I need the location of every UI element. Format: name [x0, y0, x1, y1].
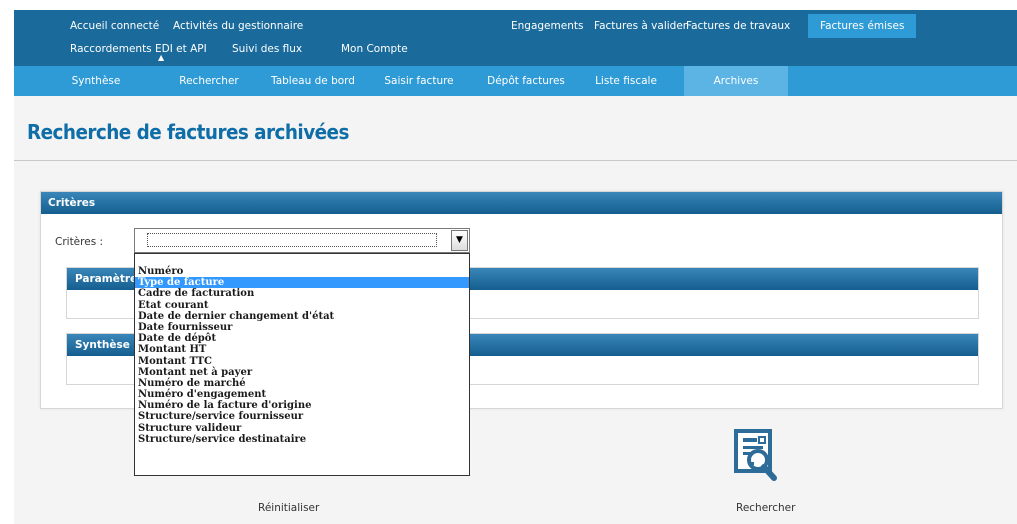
option-montant-net-a-payer[interactable]: Montant net à payer	[135, 367, 469, 378]
reset-button[interactable]: Réinitialiser	[258, 502, 319, 514]
option-date-dernier-changement-etat[interactable]: Date de dernier changement d'état	[135, 311, 469, 322]
nav-raccordements-edi-api[interactable]: Raccordements EDI et API	[70, 40, 207, 58]
criteria-panel-header: Critères	[41, 192, 1002, 214]
subnav-saisir-facture[interactable]: Saisir facture	[379, 66, 459, 96]
nav-suivi-des-flux[interactable]: Suivi des flux	[232, 40, 302, 58]
nav-factures-de-travaux[interactable]: Factures de travaux	[686, 17, 790, 35]
subnav-rechercher[interactable]: Rechercher	[169, 66, 249, 96]
option-etat-courant[interactable]: Etat courant	[135, 300, 469, 311]
option-date-de-depot[interactable]: Date de dépôt	[135, 333, 469, 344]
subnav-synthese[interactable]: Synthèse	[56, 66, 136, 96]
option-numero-de-marche[interactable]: Numéro de marché	[135, 378, 469, 389]
option-cadre-de-facturation[interactable]: Cadre de facturation	[135, 288, 469, 299]
nav-factures-a-valider[interactable]: Factures à valider	[594, 17, 687, 35]
option-numero[interactable]: Numéro	[135, 266, 469, 277]
criteria-select-value	[147, 233, 437, 247]
nav-engagements[interactable]: Engagements	[511, 17, 583, 35]
option-structure-service-fournisseur[interactable]: Structure/service fournisseur	[135, 411, 469, 422]
option-date-fournisseur[interactable]: Date fournisseur	[135, 322, 469, 333]
document-magnifier-icon[interactable]	[724, 425, 794, 495]
subnav-liste-fiscale[interactable]: Liste fiscale	[586, 66, 666, 96]
option-numero-engagement[interactable]: Numéro d'engagement	[135, 389, 469, 400]
option-montant-ht[interactable]: Montant HT	[135, 344, 469, 355]
chevron-down-icon[interactable]: ▼	[451, 230, 468, 251]
caret-up-icon: ▲	[158, 53, 165, 62]
option-structure-service-destinataire[interactable]: Structure/service destinataire	[135, 434, 469, 445]
option-structure-valideur[interactable]: Structure valideur	[135, 423, 469, 434]
subnav-depot-factures[interactable]: Dépôt factures	[481, 66, 571, 96]
title-divider	[14, 160, 1017, 161]
nav-mon-compte[interactable]: Mon Compte	[341, 40, 408, 58]
criteria-select[interactable]: ▼	[134, 228, 470, 253]
nav-activites-gestionnaire[interactable]: Activités du gestionnaire	[173, 17, 303, 35]
sub-navigation: Synthèse Rechercher Tableau de bord Sais…	[14, 66, 1017, 96]
criteria-label: Critères :	[55, 236, 104, 248]
option-numero-facture-origine[interactable]: Numéro de la facture d'origine	[135, 400, 469, 411]
top-navigation: Accueil connecté Activités du gestionnai…	[14, 10, 1017, 66]
page-title: Recherche de factures archivées	[27, 120, 349, 144]
subnav-archives[interactable]: Archives	[684, 66, 788, 96]
search-button[interactable]: Rechercher	[736, 502, 795, 514]
nav-accueil-connecte[interactable]: Accueil connecté	[70, 17, 159, 35]
option-type-de-facture[interactable]: Type de facture	[135, 277, 469, 289]
nav-factures-emises[interactable]: Factures émises	[808, 14, 917, 38]
option-montant-ttc[interactable]: Montant TTC	[135, 356, 469, 367]
subnav-tableau-de-bord[interactable]: Tableau de bord	[268, 66, 358, 96]
criteria-dropdown-list[interactable]: Numéro Type de facture Cadre de facturat…	[134, 253, 470, 476]
